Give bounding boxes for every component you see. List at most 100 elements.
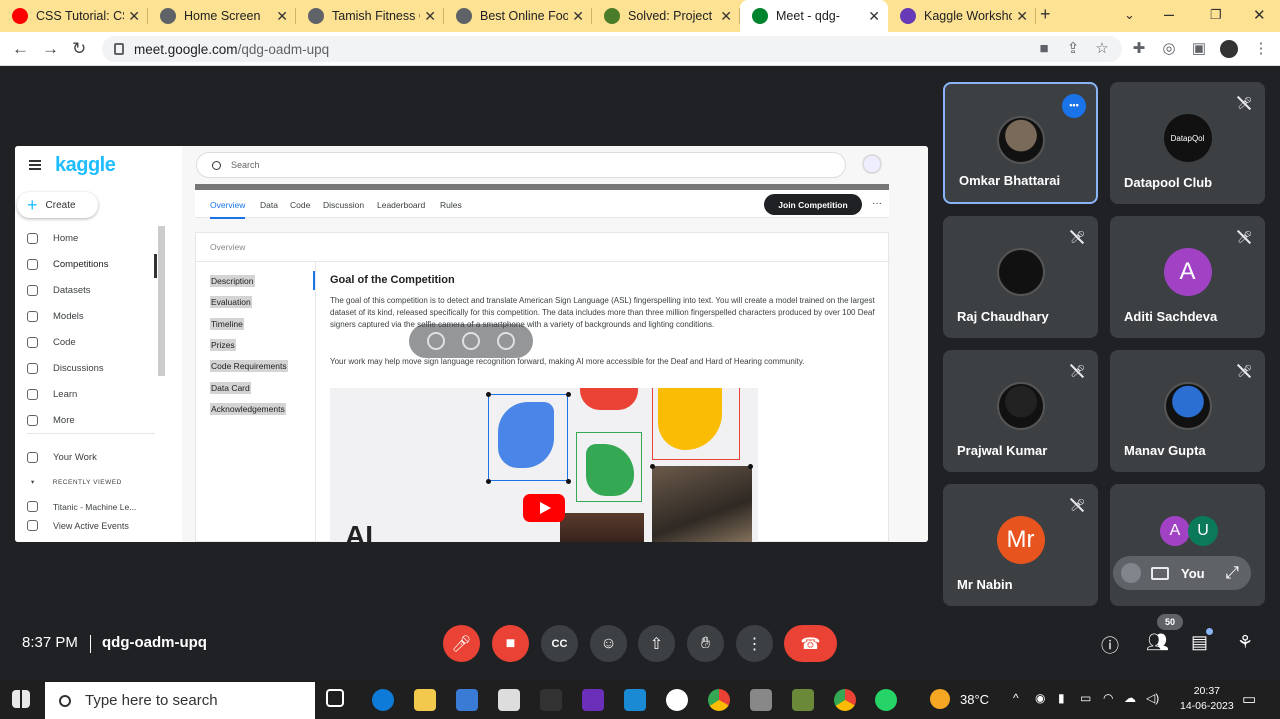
taskbar-clock[interactable]: 20:37 14-06-2023: [1180, 684, 1234, 714]
forward-icon[interactable]: →: [42, 39, 59, 59]
chrome-active-icon[interactable]: [834, 689, 856, 711]
minimize-button[interactable]: –: [1164, 4, 1174, 25]
chat-icon[interactable]: ▤: [1191, 632, 1208, 653]
emoji-button[interactable]: ☺: [590, 625, 627, 662]
sidebar-item-competitions[interactable]: Competitions: [27, 259, 108, 270]
profile-avatar[interactable]: [1220, 40, 1238, 58]
sidebar-item-datasets[interactable]: Datasets: [27, 285, 91, 296]
mic-toggle-button[interactable]: 🎤︎: [443, 625, 480, 662]
chrome-icon[interactable]: [708, 689, 730, 711]
close-tab-icon[interactable]: ✕: [720, 8, 732, 25]
people-icon[interactable]: 👥︎: [1146, 632, 1169, 653]
network-icon[interactable]: ☁︎: [1124, 691, 1136, 705]
remove-icon[interactable]: [496, 332, 515, 350]
unity-icon[interactable]: [750, 689, 772, 711]
volume-icon[interactable]: ◁): [1146, 691, 1159, 705]
recently-viewed-header[interactable]: ▾ RECENTLY VIEWED: [27, 478, 122, 487]
activities-icon[interactable]: ⚘: [1237, 632, 1253, 653]
wifi-icon[interactable]: ◠: [1103, 691, 1113, 705]
close-tab-icon[interactable]: ✕: [128, 8, 140, 25]
back-icon[interactable]: ←: [12, 39, 29, 59]
reload-icon[interactable]: ↻: [72, 39, 86, 59]
sidebar-item-discussions[interactable]: Discussions: [27, 363, 104, 374]
video-off-icon[interactable]: [461, 332, 480, 350]
sidebar-item-home[interactable]: Home: [27, 233, 78, 244]
mic-off-icon[interactable]: [427, 332, 446, 350]
whatsapp-icon[interactable]: [875, 689, 897, 711]
browser-tab[interactable]: Best Online Food ✕: [444, 0, 592, 32]
bookmark-star-icon[interactable]: ☆: [1093, 40, 1111, 58]
participant-tile[interactable]: DatapQol Datapool Club 🎤︎: [1110, 82, 1265, 204]
create-button[interactable]: + Create: [17, 192, 98, 218]
taskbar-search-input[interactable]: Type here to search: [45, 682, 315, 719]
recent-item-titanic[interactable]: Titanic - Machine Le...: [27, 501, 136, 512]
kaggle-user-avatar[interactable]: [862, 154, 882, 174]
sidebar-item-your-work[interactable]: Your Work: [27, 452, 97, 463]
toc-item[interactable]: Timeline: [210, 317, 244, 330]
mic-off-icon[interactable]: [1121, 563, 1141, 583]
youtube-play-icon[interactable]: [523, 494, 565, 522]
tab-data[interactable]: Data: [260, 200, 278, 210]
sidebar-item-learn[interactable]: Learn: [27, 389, 77, 400]
participant-tile[interactable]: Manav Gupta 🎤︎: [1110, 350, 1265, 472]
edge-icon[interactable]: [372, 689, 394, 711]
tray-app-icon[interactable]: ◉: [1035, 691, 1045, 705]
toc-item[interactable]: Description: [210, 275, 255, 287]
close-tab-icon[interactable]: ✕: [424, 8, 436, 25]
expand-icon[interactable]: ⤢: [1225, 563, 1239, 583]
self-tile[interactable]: A U You ⤢: [1110, 484, 1265, 606]
battery-icon[interactable]: ▭: [1080, 691, 1091, 705]
browser-tab[interactable]: Meet - qdg- ✕: [740, 0, 888, 32]
toc-item[interactable]: Data Card: [210, 381, 251, 394]
close-tab-icon[interactable]: ✕: [572, 8, 584, 25]
participant-tile[interactable]: Mr Mr Nabin 🎤︎: [943, 484, 1098, 606]
mic-tray-icon[interactable]: ▮: [1058, 691, 1065, 705]
vscode-icon[interactable]: [624, 689, 646, 711]
join-competition-button[interactable]: Join Competition: [764, 194, 862, 215]
app-icon[interactable]: [666, 689, 688, 711]
document-icon[interactable]: [498, 689, 520, 711]
participant-tile[interactable]: Raj Chaudhary 🎤︎: [943, 216, 1098, 338]
sidebar-scrollbar[interactable]: [158, 226, 165, 376]
participant-tile[interactable]: Prajwal Kumar 🎤︎: [943, 350, 1098, 472]
toc-item[interactable]: Evaluation: [210, 296, 252, 309]
close-tab-icon[interactable]: ✕: [1016, 8, 1028, 25]
share-icon[interactable]: ⇪: [1064, 40, 1082, 58]
omnibox[interactable]: meet.google.com/qdg-oadm-upq: [102, 36, 1122, 62]
new-tab-button[interactable]: +: [1040, 4, 1051, 25]
close-tab-icon[interactable]: ✕: [868, 8, 880, 25]
browser-tab[interactable]: CSS Tutorial: CSS ✕: [0, 0, 148, 32]
toc-item[interactable]: Code Requirements: [210, 360, 288, 373]
tab-overview[interactable]: Overview: [210, 200, 246, 219]
restore-button[interactable]: ❐: [1210, 7, 1222, 23]
file-explorer-icon[interactable]: [414, 689, 436, 711]
close-tab-icon[interactable]: ✕: [276, 8, 288, 25]
camera-toggle-button[interactable]: ■: [492, 625, 529, 662]
tab-code[interactable]: Code: [290, 200, 310, 210]
toc-item[interactable]: Prizes: [210, 338, 236, 351]
tile-options-button[interactable]: •••: [1062, 94, 1086, 118]
more-options-button[interactable]: ⋮: [736, 625, 773, 662]
info-icon[interactable]: ⓘ: [1101, 632, 1119, 658]
mysql-icon[interactable]: [540, 689, 562, 711]
tab-leaderboard[interactable]: Leaderboard: [377, 200, 425, 210]
intellij-icon[interactable]: [582, 689, 604, 711]
browser-tab[interactable]: Home Screen ✕: [148, 0, 296, 32]
sidebar-item-more[interactable]: More: [27, 415, 75, 426]
task-view-icon[interactable]: [326, 689, 344, 707]
browser-tab[interactable]: Kaggle Workshop✕: [888, 0, 1036, 32]
camera-off-icon[interactable]: [1151, 566, 1169, 580]
extensions-icon[interactable]: ✚: [1130, 40, 1148, 58]
leave-call-button[interactable]: ☎︎: [784, 625, 837, 662]
temperature[interactable]: 38°C: [960, 692, 989, 707]
menu-dots-icon[interactable]: ⋮: [1252, 40, 1270, 58]
side-panel-icon[interactable]: ▣: [1190, 40, 1208, 58]
kaggle-logo[interactable]: kaggle: [55, 154, 116, 177]
view-active-events-link[interactable]: View Active Events: [27, 520, 129, 531]
participant-tile[interactable]: Omkar Bhattarai •••: [943, 82, 1098, 204]
participant-tile[interactable]: A Aditi Sachdeva 🎤︎: [1110, 216, 1265, 338]
raise-hand-button[interactable]: ✋︎: [687, 625, 724, 662]
app2-icon[interactable]: [792, 689, 814, 711]
windows-start-icon[interactable]: [12, 690, 30, 708]
close-window-button[interactable]: ✕: [1253, 6, 1266, 24]
